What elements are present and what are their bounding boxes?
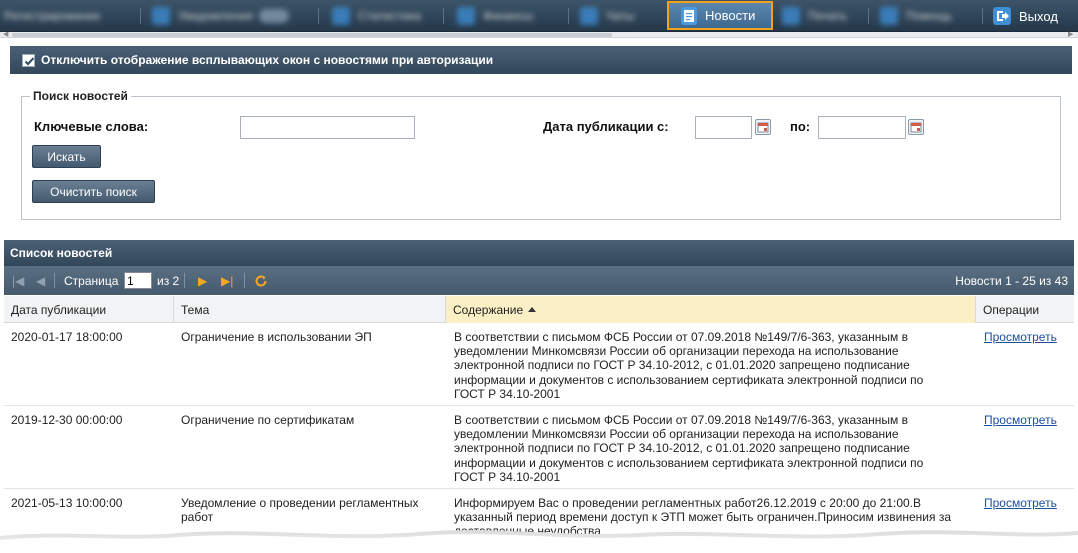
page-total-label: из 2 <box>157 273 180 288</box>
count-badge <box>259 9 290 23</box>
pager-separator <box>184 273 185 288</box>
scroll-right-icon[interactable]: ▶ <box>1068 30 1073 38</box>
nav-item-statistics[interactable]: Статистика <box>332 5 421 27</box>
horizontal-scrollbar[interactable]: ◀ ▶ <box>0 30 1078 38</box>
nav-item-label: Печать <box>808 9 848 23</box>
money-icon <box>457 7 475 25</box>
disable-popups-label[interactable]: Отключить отображение всплывающих окон с… <box>41 53 493 67</box>
nav-item-label: Регистрирование <box>4 9 101 23</box>
nav-item-label: Новости <box>705 8 756 23</box>
table-row: 2020-01-17 18:00:00 Ограничение в исполь… <box>4 323 1074 406</box>
nav-separator <box>443 8 444 24</box>
nav-item-finance[interactable]: Финансы <box>457 5 533 27</box>
scrollbar-thumb[interactable] <box>12 33 612 37</box>
keywords-input[interactable] <box>240 116 415 139</box>
row-date: 2019-12-30 00:00:00 <box>11 413 123 427</box>
row-subject: Ограничение в использовании ЭП <box>181 330 372 344</box>
paging-toolbar: |◀ ◀ Страница из 2 ▶ ▶| Новости 1 - 25 и… <box>4 266 1074 295</box>
nav-item-help[interactable]: Помощь <box>880 5 952 27</box>
nav-separator <box>140 8 141 24</box>
pager-separator <box>54 273 55 288</box>
top-nav-bar: Регистрирование Уведомления Статистика Ф… <box>0 0 1078 32</box>
row-content: В соответствии с письмом ФСБ России от 0… <box>454 413 924 484</box>
calendar-icon[interactable] <box>755 119 771 135</box>
last-page-icon[interactable]: ▶| <box>221 266 233 295</box>
row-subject: Ограничение по сертификатам <box>181 413 355 427</box>
nav-item-label: Выход <box>1019 8 1058 24</box>
disable-popups-checkbox[interactable] <box>22 53 35 67</box>
column-header-content[interactable]: Содержание <box>446 296 976 323</box>
nav-item-chats[interactable]: Чаты <box>580 5 635 27</box>
view-link[interactable]: Просмотреть <box>984 330 1057 344</box>
search-button[interactable]: Искать <box>32 145 101 168</box>
view-link[interactable]: Просмотреть <box>984 413 1057 427</box>
popup-notice-bar: Отключить отображение всплывающих окон с… <box>10 46 1072 74</box>
nav-item-exit[interactable]: Выход <box>993 5 1058 27</box>
clear-search-button[interactable]: Очистить поиск <box>32 180 155 203</box>
torn-edge-decoration <box>0 530 1078 553</box>
news-search-fieldset: Поиск новостей Ключевые слова: Дата публ… <box>21 89 1061 220</box>
next-page-icon[interactable]: ▶ <box>198 266 207 295</box>
nav-item-print[interactable]: Печать <box>782 5 847 27</box>
keywords-label: Ключевые слова: <box>34 119 149 134</box>
nav-separator <box>318 8 319 24</box>
exit-icon <box>993 7 1011 25</box>
nav-item-label: Чаты <box>606 9 635 23</box>
news-list-title-text: Список новостей <box>10 246 113 260</box>
column-header-subject[interactable]: Тема <box>174 296 446 323</box>
pager-range-text: Новости 1 - 25 из 43 <box>955 273 1068 288</box>
nav-item-news[interactable]: Новости <box>667 1 773 30</box>
nav-separator <box>982 8 983 24</box>
help-icon <box>880 7 898 25</box>
news-icon <box>681 6 697 25</box>
first-page-icon[interactable]: |◀ <box>12 266 24 295</box>
news-grid-header: Дата публикации Тема Содержание Операции <box>4 296 1074 323</box>
nav-item-label: Уведомления <box>178 9 254 23</box>
row-content: В соответствии с письмом ФСБ России от 0… <box>454 330 924 401</box>
date-from-input[interactable] <box>695 116 752 139</box>
row-subject: Уведомление о проведении регламентных ра… <box>181 496 419 525</box>
refresh-icon[interactable] <box>254 266 268 295</box>
pager-separator <box>244 273 245 288</box>
nav-item-label: Помощь <box>906 9 953 23</box>
nav-separator <box>568 8 569 24</box>
calendar-icon[interactable] <box>908 119 924 135</box>
view-link[interactable]: Просмотреть <box>984 496 1057 510</box>
search-legend: Поиск новостей <box>30 89 131 103</box>
scroll-left-icon[interactable]: ◀ <box>3 30 8 38</box>
row-date: 2021-05-13 10:00:00 <box>11 496 123 510</box>
table-row: 2019-12-30 00:00:00 Ограничение по серти… <box>4 406 1074 489</box>
date-to-label: по: <box>790 119 811 134</box>
page-label: Страница <box>64 273 119 288</box>
nav-item-label: Статистика <box>358 9 422 23</box>
date-to-input[interactable] <box>818 116 906 139</box>
row-date: 2020-01-17 18:00:00 <box>11 330 123 344</box>
bell-icon <box>152 7 170 25</box>
column-header-date[interactable]: Дата публикации <box>4 296 174 323</box>
page-number-input[interactable] <box>124 272 152 289</box>
nav-item-notifications[interactable]: Уведомления <box>152 5 290 27</box>
chat-icon <box>580 7 598 25</box>
sort-ascending-icon <box>528 307 537 312</box>
print-icon <box>782 7 800 25</box>
prev-page-icon[interactable]: ◀ <box>36 266 45 295</box>
nav-item-register[interactable]: Регистрирование <box>4 5 100 27</box>
column-header-operations[interactable]: Операции <box>976 296 1074 323</box>
nav-item-label: Финансы <box>483 9 534 23</box>
date-from-label: Дата публикации с: <box>543 119 669 134</box>
chart-icon <box>332 7 350 25</box>
news-list-title: Список новостей <box>4 240 1074 266</box>
nav-separator <box>868 8 869 24</box>
